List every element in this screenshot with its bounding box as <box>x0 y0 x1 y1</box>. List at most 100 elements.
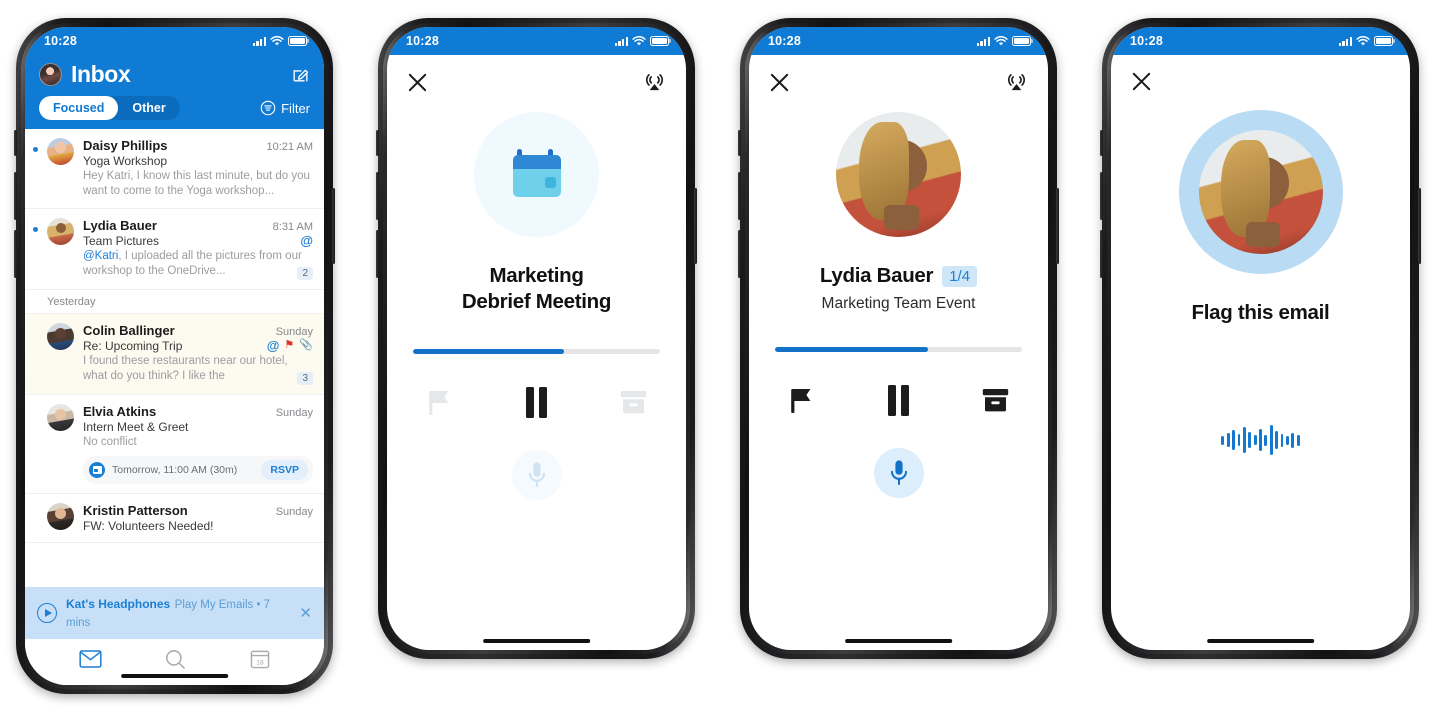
compose-icon[interactable] <box>291 65 310 84</box>
volume-down-button[interactable] <box>376 230 379 278</box>
volume-down-button[interactable] <box>738 230 741 278</box>
sender-name: Daisy Phillips <box>83 138 168 153</box>
close-icon[interactable] <box>769 72 790 93</box>
message-header: Kristin Patterson Sunday <box>83 503 313 518</box>
message-header: Daisy Phillips 10:21 AM <box>83 138 313 153</box>
pause-button[interactable] <box>882 384 916 418</box>
search-icon[interactable] <box>165 649 186 670</box>
waveform-bar <box>1232 430 1235 451</box>
phone-bezel: 10:28 <box>1100 18 1421 659</box>
play-icon[interactable] <box>37 603 57 623</box>
silence-switch[interactable] <box>738 130 741 156</box>
subject-row: Yoga Workshop <box>83 154 313 168</box>
status-indicators <box>252 35 307 47</box>
volume-down-button[interactable] <box>1100 230 1103 278</box>
microphone-button[interactable] <box>511 449 562 500</box>
tab-focused[interactable]: Focused <box>39 96 119 120</box>
waveform-bar <box>1221 435 1225 445</box>
archive-button[interactable] <box>978 384 1012 418</box>
phone-screen-voice: 10:28 Flag this email <box>1111 27 1410 650</box>
bottom-tab-bar[interactable]: 18 <box>25 639 324 685</box>
flag-button[interactable] <box>785 384 819 418</box>
volume-up-button[interactable] <box>1100 172 1103 220</box>
airplay-icon[interactable] <box>1005 71 1028 94</box>
sender-hero <box>749 112 1048 237</box>
volume-up-button[interactable] <box>376 172 379 220</box>
avatar-ring <box>1178 110 1343 274</box>
filter-button[interactable]: Filter <box>260 100 310 116</box>
meeting-chip[interactable]: Tomorrow, 11:00 AM (30m) RSVP <box>83 455 313 484</box>
message-header: Lydia Bauer 8:31 AM <box>83 218 313 233</box>
battery-icon <box>1012 36 1031 46</box>
microphone-button[interactable] <box>873 447 924 498</box>
cellular-signal-icon <box>252 36 266 46</box>
close-icon[interactable] <box>407 72 428 93</box>
list-item[interactable]: Daisy Phillips 10:21 AM Yoga Workshop He… <box>25 129 324 209</box>
waveform-bar <box>1296 434 1300 446</box>
preview-text: Hey Katri, I know this last minute, but … <box>83 170 310 197</box>
close-icon[interactable] <box>1131 71 1152 92</box>
waveform-bar <box>1269 425 1273 456</box>
pause-icon <box>887 385 910 417</box>
timestamp: Sunday <box>275 325 313 338</box>
player-text: Kat's Headphones Play My Emails • 7 mins <box>66 595 290 631</box>
power-button[interactable] <box>1418 188 1421 264</box>
list-item[interactable]: Kristin Patterson Sunday FW: Volunteers … <box>25 494 324 543</box>
pause-button[interactable] <box>520 386 554 420</box>
subject-row: Re: Upcoming Trip @ ⚑ 📎 <box>83 339 313 353</box>
home-indicator[interactable] <box>844 638 953 643</box>
volume-up-button[interactable] <box>14 172 17 220</box>
home-indicator[interactable] <box>120 673 229 678</box>
volume-down-button[interactable] <box>14 230 17 278</box>
silence-switch[interactable] <box>376 130 379 156</box>
play-my-emails-banner[interactable]: Kat's Headphones Play My Emails • 7 mins… <box>25 587 324 639</box>
rsvp-button[interactable]: RSVP <box>261 459 308 480</box>
close-icon[interactable]: ✕ <box>299 606 312 621</box>
phone-screen-meeting: 10:28 Marketing Debrief Meeting <box>387 27 686 650</box>
message-body: Colin Ballinger Sunday Re: Upcoming Trip… <box>83 323 313 385</box>
subject: Re: Upcoming Trip <box>83 338 183 353</box>
sender-name: Lydia Bauer <box>83 217 157 233</box>
power-button[interactable] <box>694 188 697 264</box>
tab-other[interactable]: Other <box>118 96 179 120</box>
email-counter-badge: 1/4 <box>942 265 978 287</box>
subject: Yoga Workshop <box>83 154 168 168</box>
waveform-bar <box>1226 433 1230 448</box>
power-button[interactable] <box>332 188 335 264</box>
home-indicator[interactable] <box>1206 638 1315 643</box>
list-item[interactable]: Elvia Atkins Sunday Intern Meet & Greet … <box>25 395 324 494</box>
calendar-event-icon <box>89 461 105 478</box>
battery-icon <box>650 36 669 46</box>
volume-up-button[interactable] <box>738 172 741 220</box>
avatar <box>47 217 74 245</box>
list-item[interactable]: Colin Ballinger Sunday Re: Upcoming Trip… <box>25 313 324 395</box>
phone-inbox: 10:28 Inbox Focused Other Filter Daisy P… <box>14 18 335 694</box>
inbox-header-row: Inbox <box>39 57 310 91</box>
flag-button[interactable] <box>423 386 457 420</box>
meeting-titles: Marketing Debrief Meeting <box>387 263 686 315</box>
meeting-hero <box>387 112 686 237</box>
message-list[interactable]: Daisy Phillips 10:21 AM Yoga Workshop He… <box>25 129 324 587</box>
subject: FW: Volunteers Needed! <box>83 518 214 533</box>
airplay-icon[interactable] <box>643 71 666 94</box>
calendar-icon[interactable]: 18 <box>250 649 270 669</box>
playback-progress-bar[interactable] <box>413 349 660 354</box>
focused-other-toggle[interactable]: Focused Other <box>39 96 180 120</box>
power-button[interactable] <box>1056 188 1059 264</box>
mail-icon[interactable] <box>79 650 102 668</box>
unread-indicator <box>33 413 38 418</box>
list-item[interactable]: Lydia Bauer 8:31 AM Team Pictures @ @Kat <box>25 209 324 290</box>
playback-progress-fill <box>413 349 564 354</box>
silence-switch[interactable] <box>1100 130 1103 156</box>
attachment-icon: 📎 <box>299 339 313 352</box>
playback-progress-bar[interactable] <box>775 347 1022 352</box>
sender-name: Elvia Atkins <box>83 403 157 419</box>
archive-button[interactable] <box>616 386 650 420</box>
avatar[interactable] <box>39 62 62 86</box>
avatar <box>47 138 74 165</box>
avatar <box>47 322 74 350</box>
home-indicator[interactable] <box>482 638 591 643</box>
playback-topbar <box>387 55 686 94</box>
phone-gallery: 10:28 Inbox Focused Other Filter Daisy P… <box>0 0 1429 711</box>
silence-switch[interactable] <box>14 130 17 156</box>
